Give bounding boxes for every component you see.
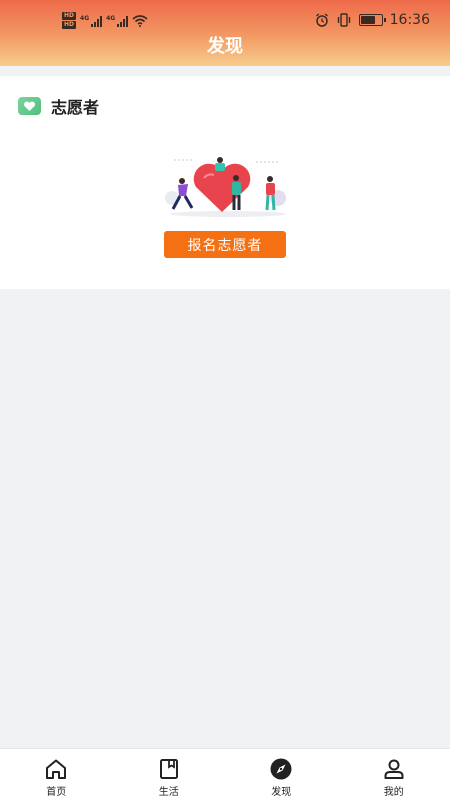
app-header: HD HD 4G 4G 16:36 发现: [0, 0, 450, 66]
status-bar: HD HD 4G 4G 16:36: [0, 10, 450, 32]
bottom-tab-bar: 首页 生活 发现 我的: [0, 748, 450, 800]
network-type: 4G: [106, 15, 116, 22]
hd-badge: HD: [62, 21, 77, 29]
clock: 16:36: [389, 12, 430, 28]
network-type: 4G: [80, 15, 90, 22]
battery-level: [360, 16, 375, 24]
volunteer-illustration: [165, 157, 286, 217]
signal-icon: [117, 15, 129, 27]
battery-icon: [358, 14, 386, 26]
tab-life[interactable]: 生活: [113, 749, 226, 800]
tab-label: 首页: [46, 787, 67, 798]
alarm-icon: [315, 13, 328, 27]
tab-discover[interactable]: 发现: [225, 749, 338, 800]
compass-icon: [270, 758, 292, 780]
heart-icon: [18, 97, 41, 115]
home-icon: [46, 759, 67, 779]
tab-label: 生活: [158, 787, 179, 798]
signal-icon: [91, 15, 103, 27]
tab-label: 我的: [383, 787, 404, 798]
volunteer-section-header: 志愿者: [18, 94, 99, 118]
hd-badge: HD: [62, 12, 77, 20]
tab-label: 发现: [271, 787, 292, 798]
volunteer-card: 志愿者 报名志愿者: [0, 76, 450, 289]
section-title: 志愿者: [51, 98, 100, 117]
book-icon: [159, 759, 178, 779]
wifi-icon: [132, 14, 148, 27]
vibrate-icon: [337, 13, 350, 27]
tab-mine[interactable]: 我的: [338, 749, 450, 800]
user-icon: [384, 759, 404, 779]
tab-home[interactable]: 首页: [0, 749, 113, 800]
page-title: 发现: [207, 36, 243, 57]
volunteer-signup-button[interactable]: 报名志愿者: [164, 231, 286, 258]
network-indicators: HD HD 4G 4G: [62, 12, 148, 29]
